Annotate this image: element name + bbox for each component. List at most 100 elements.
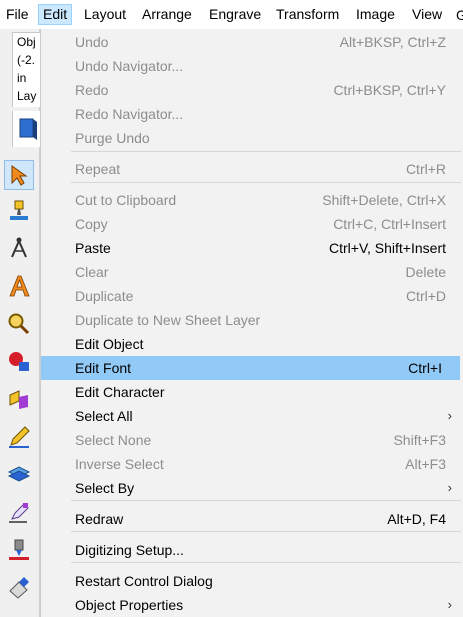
compass-tool[interactable] xyxy=(4,233,34,263)
menu-item-label: Copy xyxy=(75,216,108,232)
menu-item-undo[interactable]: Undo Alt+BKSP, Ctrl+Z xyxy=(41,30,463,54)
menu-item-label: Undo xyxy=(75,34,109,50)
text-a-icon xyxy=(9,275,30,297)
chevron-right-icon: › xyxy=(447,480,452,495)
menu-item-label: Select By xyxy=(75,480,135,496)
menu-item-label: Cut to Clipboard xyxy=(75,192,177,208)
router-bit-icon xyxy=(9,539,29,560)
menu-item-duplicate[interactable]: Duplicate Ctrl+D xyxy=(41,284,463,308)
menu-separator xyxy=(71,562,461,563)
chevron-right-icon: › xyxy=(447,408,452,423)
menu-file[interactable]: File xyxy=(2,4,33,25)
left-toolbar: Obj (-2. in Lay xyxy=(0,29,41,617)
menu-item-shortcut: Alt+D, F4 xyxy=(387,511,446,527)
menu-item-shortcut: Ctrl+R xyxy=(405,161,446,177)
select-tool[interactable] xyxy=(4,160,34,190)
menu-item-select-all[interactable]: Select All › xyxy=(41,404,463,428)
menu-item-select-none[interactable]: Select None Shift+F3 xyxy=(41,428,463,452)
menu-item-redraw[interactable]: Redraw Alt+D, F4 xyxy=(41,507,463,531)
router-tool[interactable] xyxy=(4,535,34,565)
menu-item-copy[interactable]: Copy Ctrl+C, Ctrl+Insert xyxy=(41,212,463,236)
menu-separator xyxy=(71,151,461,152)
text-tool[interactable] xyxy=(4,271,34,301)
menu-item-label: Duplicate xyxy=(75,288,134,304)
zoom-tool[interactable] xyxy=(4,309,34,339)
menu-separator xyxy=(71,531,461,532)
menu-separator xyxy=(71,500,461,501)
menu-engrave[interactable]: Engrave xyxy=(205,4,265,25)
menu-item-repeat[interactable]: Repeat Ctrl+R xyxy=(41,157,463,181)
transform-tool[interactable] xyxy=(4,459,34,489)
shapes-tool[interactable] xyxy=(4,346,34,376)
menu-item-purge-undo[interactable]: Purge Undo xyxy=(41,126,463,150)
chevron-right-icon: › xyxy=(447,597,452,612)
menu-item-shortcut: Ctrl+C, Ctrl+Insert xyxy=(333,216,446,232)
book-icon[interactable] xyxy=(17,116,39,142)
menu-item-label: Duplicate to New Sheet Layer xyxy=(75,312,261,328)
marker-icon xyxy=(9,503,29,523)
menu-item-edit-character[interactable]: Edit Character xyxy=(41,380,463,404)
menu-view[interactable]: View xyxy=(408,4,446,25)
menu-item-label: Digitizing Setup... xyxy=(75,542,184,558)
menu-item-label: Edit Object xyxy=(75,336,144,352)
menu-item-label: Paste xyxy=(75,240,111,256)
pen-tool[interactable] xyxy=(4,422,34,452)
menu-item-label: Undo Navigator... xyxy=(75,58,184,74)
menu-item-shortcut: Shift+F3 xyxy=(393,432,446,448)
engrave-tool[interactable] xyxy=(4,196,34,226)
engraver-icon xyxy=(10,200,28,220)
menu-item-shortcut: Shift+Delete, Ctrl+X xyxy=(322,192,446,208)
menu-item-shortcut: Ctrl+I xyxy=(408,360,442,376)
menu-item-label: Select All xyxy=(75,408,133,424)
eraser-tool[interactable] xyxy=(4,573,34,603)
menu-item-redo-navigator[interactable]: Redo Navigator... xyxy=(41,102,463,126)
marker-tool[interactable] xyxy=(4,497,34,527)
node-shapes-icon xyxy=(9,390,28,409)
menu-item-label: Edit Character xyxy=(75,384,165,400)
menu-item-paste[interactable]: Paste Ctrl+V, Shift+Insert xyxy=(41,236,463,260)
magnifier-icon xyxy=(8,313,30,335)
menu-item-shortcut: Delete xyxy=(405,264,446,280)
menu-layout[interactable]: Layout xyxy=(80,4,130,25)
menu-item-label: Edit Font xyxy=(75,360,132,376)
menu-image[interactable]: Image xyxy=(352,4,399,25)
menu-item-label: Purge Undo xyxy=(75,130,150,146)
menu-item-label: Redraw xyxy=(75,511,124,527)
menu-item-cut-to-clipboard[interactable]: Cut to Clipboard Shift+Delete, Ctrl+X xyxy=(41,188,463,212)
stack-arrow-icon xyxy=(7,466,31,482)
menu-item-shortcut: Ctrl+BKSP, Ctrl+Y xyxy=(333,82,446,98)
menu-item-inverse-select[interactable]: Inverse Select Alt+F3 xyxy=(41,452,463,476)
info-line: Lay xyxy=(17,89,37,103)
eraser-icon xyxy=(9,577,29,599)
menu-item-clear[interactable]: Clear Delete xyxy=(41,260,463,284)
object-info-panel: Obj (-2. in Lay xyxy=(12,32,40,107)
edit-dropdown-menu: Undo Alt+BKSP, Ctrl+Z Undo Navigator... Red… xyxy=(40,29,463,617)
node-edit-tool[interactable] xyxy=(4,384,34,414)
menu-item-label: Repeat xyxy=(75,161,121,177)
menu-item-edit-font[interactable]: Edit Font Ctrl+I xyxy=(41,356,460,380)
menu-item-shortcut: Ctrl+V, Shift+Insert xyxy=(329,240,446,256)
menu-item-duplicate-to-new-sheet-layer[interactable]: Duplicate to New Sheet Layer xyxy=(41,308,463,332)
shapes-icon xyxy=(9,352,29,371)
menu-item-label: Select None xyxy=(75,432,152,448)
menu-separator xyxy=(71,182,461,183)
menu-item-edit-object[interactable]: Edit Object xyxy=(41,332,463,356)
menu-item-undo-navigator[interactable]: Undo Navigator... xyxy=(41,54,463,78)
menu-item-restart-control-dialog[interactable]: Restart Control Dialog xyxy=(41,569,463,593)
menu-item-label: Inverse Select xyxy=(75,456,164,472)
menu-item-label: Redo Navigator... xyxy=(75,106,184,122)
menu-item-object-properties[interactable]: Object Properties › xyxy=(41,593,463,617)
menu-item-digitizing-setup[interactable]: Digitizing Setup... xyxy=(41,538,463,562)
menu-item-shortcut: Alt+BKSP, Ctrl+Z xyxy=(339,34,446,50)
menu-item-shortcut: Alt+F3 xyxy=(405,456,446,472)
menu-item-redo[interactable]: Redo Ctrl+BKSP, Ctrl+Y xyxy=(41,78,463,102)
menu-transform[interactable]: Transform xyxy=(272,4,343,25)
menu-edit[interactable]: Edit xyxy=(38,4,73,25)
menu-bar: File Edit Layout Arrange Engrave Transfo… xyxy=(0,0,463,29)
menu-item-select-by[interactable]: Select By › xyxy=(41,476,463,500)
menu-arrange[interactable]: Arrange xyxy=(138,4,196,25)
arrow-pointer-icon xyxy=(11,165,28,186)
menu-item-label: Clear xyxy=(75,264,109,280)
info-line: (-2. xyxy=(17,53,35,67)
pencil-icon xyxy=(9,426,30,448)
